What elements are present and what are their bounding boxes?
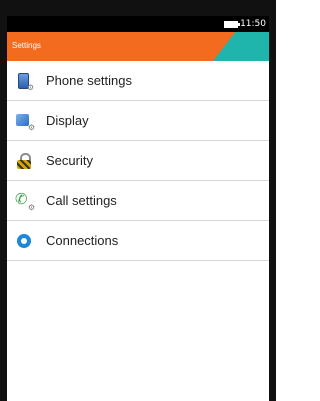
- display-icon: [16, 113, 35, 132]
- menu-item-security[interactable]: Security: [7, 141, 269, 181]
- settings-menu: Phone settings Display Security Call set…: [7, 61, 269, 261]
- menu-item-connections[interactable]: Connections: [7, 221, 269, 261]
- battery-icon: [224, 20, 241, 28]
- phone-settings-icon: [16, 72, 34, 92]
- screen: 11:50 Settings Phone settings Display Se…: [7, 16, 269, 401]
- menu-item-label: Security: [46, 153, 93, 168]
- menu-item-display[interactable]: Display: [7, 101, 269, 141]
- menu-item-call-settings[interactable]: Call settings: [7, 181, 269, 221]
- call-settings-icon: [15, 190, 35, 212]
- app-header: Settings: [7, 32, 269, 61]
- page-title: Settings: [12, 41, 41, 50]
- status-time: 11:50: [240, 19, 266, 29]
- phone-frame: 11:50 Settings Phone settings Display Se…: [0, 0, 276, 401]
- header-accent-shape: [213, 32, 269, 61]
- lock-icon: [16, 152, 32, 169]
- menu-item-label: Phone settings: [46, 73, 133, 88]
- status-bar: 11:50: [7, 16, 269, 32]
- menu-item-label: Call settings: [46, 193, 117, 208]
- menu-item-phone-settings[interactable]: Phone settings: [7, 61, 269, 101]
- connections-icon: [16, 233, 32, 249]
- menu-item-label: Display: [46, 113, 89, 128]
- menu-item-label: Connections: [46, 233, 119, 248]
